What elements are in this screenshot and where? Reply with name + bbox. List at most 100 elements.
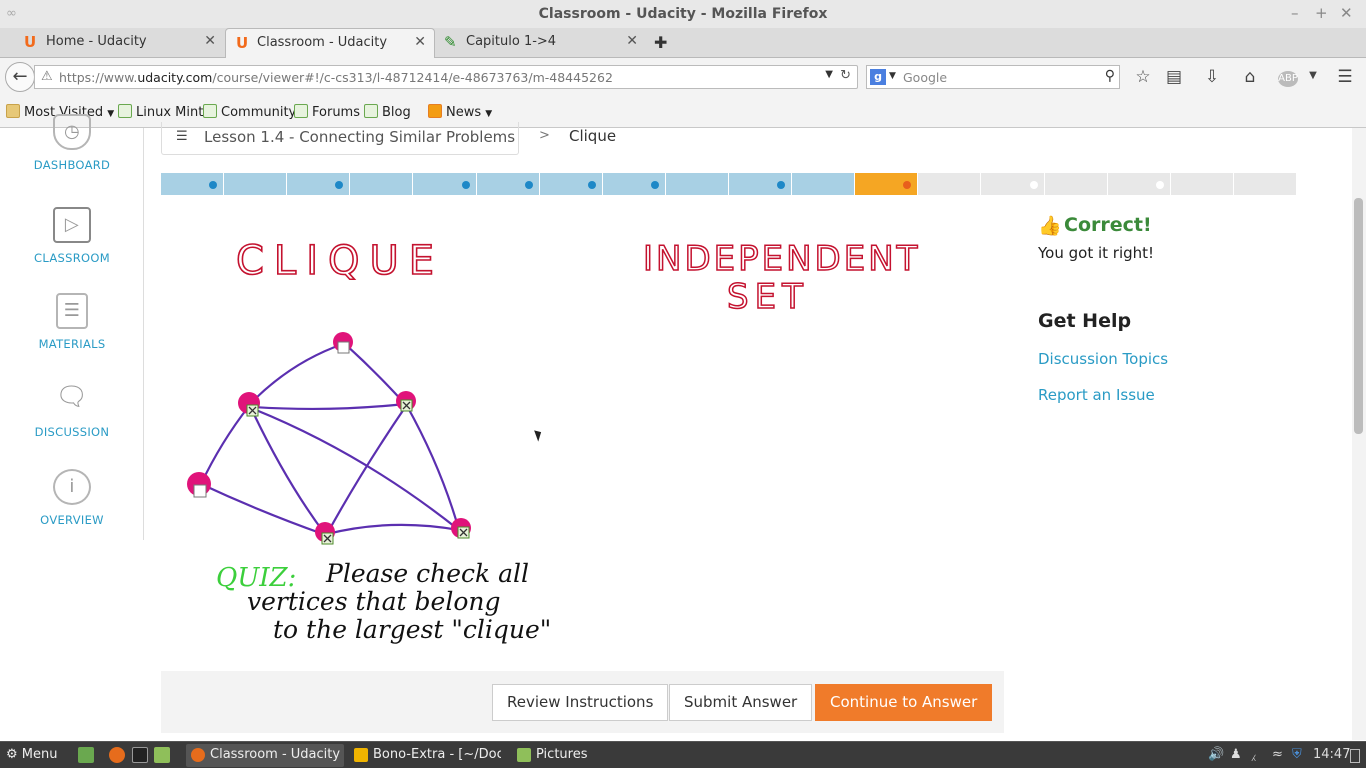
sidebar-item-overview[interactable]: i OVERVIEW bbox=[0, 469, 144, 527]
url-dropdown-icon[interactable]: ▼ bbox=[825, 69, 833, 80]
lesson-menu-button[interactable]: ☰ Lesson 1.4 - Connecting Similar Proble… bbox=[161, 122, 519, 155]
firefox-icon[interactable] bbox=[109, 747, 125, 763]
warning-icon[interactable]: ⚠ bbox=[41, 69, 53, 84]
home-icon[interactable]: ⌂ bbox=[1239, 67, 1261, 87]
tab-label: Classroom - Udacity bbox=[257, 35, 388, 50]
close-window-icon[interactable]: ✕ bbox=[1340, 4, 1353, 22]
search-icon[interactable]: ⚲ bbox=[1105, 68, 1115, 84]
vertex-upper-left[interactable] bbox=[238, 392, 260, 417]
bookmark-blog[interactable]: Blog bbox=[364, 104, 411, 120]
submit-answer-button[interactable]: Submit Answer bbox=[669, 684, 813, 721]
adblock-icon[interactable]: ABP bbox=[1278, 71, 1298, 87]
sidebar-item-classroom[interactable]: ▷ CLASSROOM bbox=[0, 207, 144, 265]
progress-segment[interactable] bbox=[981, 173, 1045, 195]
taskbar-task-bono-extra[interactable]: Bono-Extra - [~/Docu... bbox=[349, 744, 501, 767]
show-desktop-corner-icon[interactable] bbox=[1350, 749, 1360, 763]
edge bbox=[199, 404, 251, 486]
discussion-topics-link[interactable]: Discussion Topics bbox=[1038, 350, 1318, 368]
quiz-marker-icon bbox=[650, 181, 659, 189]
close-tab-icon[interactable]: ✕ bbox=[414, 34, 426, 50]
tab-label: Home - Udacity bbox=[46, 34, 147, 49]
engine-dropdown-icon[interactable]: ▼ bbox=[889, 71, 896, 81]
terminal-icon[interactable] bbox=[132, 747, 148, 763]
progress-segment[interactable] bbox=[728, 173, 793, 195]
page-scrollbar-thumb[interactable] bbox=[1354, 198, 1363, 434]
url-bar[interactable]: ⚠ https://www.udacity.com/course/viewer#… bbox=[34, 65, 858, 89]
progress-segment[interactable] bbox=[161, 173, 225, 195]
tab-capitulo[interactable]: ✎ Capitulo 1->4 ✕ bbox=[436, 28, 646, 58]
bluetooth-icon[interactable]: ⁁ bbox=[1252, 747, 1255, 762]
google-engine-icon[interactable]: g bbox=[870, 69, 886, 85]
bookmark-news[interactable]: News ▼ bbox=[428, 104, 492, 120]
review-instructions-button[interactable]: Review Instructions bbox=[492, 684, 669, 721]
vertex-bottom-right[interactable] bbox=[451, 518, 471, 539]
progress-segment[interactable] bbox=[350, 173, 414, 195]
vertex-left[interactable] bbox=[187, 472, 211, 498]
progress-segment[interactable] bbox=[602, 173, 666, 195]
show-desktop-icon[interactable] bbox=[78, 747, 94, 763]
bookmark-star-icon[interactable]: ☆ bbox=[1132, 67, 1154, 87]
progress-segment[interactable] bbox=[1233, 173, 1297, 195]
breadcrumb-current: Clique bbox=[569, 127, 617, 145]
reading-list-icon[interactable]: ▤ bbox=[1163, 67, 1185, 87]
progress-segment[interactable] bbox=[792, 173, 856, 195]
sidebar-item-materials[interactable]: ☰ MATERIALS bbox=[0, 293, 144, 351]
progress-segment[interactable] bbox=[539, 173, 603, 195]
wifi-icon[interactable]: ≈ bbox=[1272, 747, 1283, 762]
new-tab-icon[interactable]: ✚ bbox=[654, 33, 667, 52]
sidebar-item-dashboard[interactable]: ◷ DASHBOARD bbox=[0, 114, 144, 172]
progress-segment[interactable] bbox=[1044, 173, 1108, 195]
minimize-icon[interactable]: – bbox=[1291, 4, 1299, 22]
progress-segment[interactable] bbox=[224, 173, 288, 195]
report-issue-link[interactable]: Report an Issue bbox=[1038, 386, 1318, 404]
vertex-bottom-middle[interactable] bbox=[315, 522, 335, 545]
progress-segment[interactable] bbox=[918, 173, 982, 195]
url-prefix: https://www. bbox=[59, 70, 138, 85]
feedback-panel: 👍 Correct! You got it right! Get Help Di… bbox=[1038, 214, 1318, 404]
progress-segment[interactable] bbox=[855, 173, 919, 195]
progress-segment[interactable] bbox=[1107, 173, 1171, 195]
lesson-progress-bar bbox=[161, 173, 1297, 195]
progress-segment[interactable] bbox=[665, 173, 729, 195]
bookmark-community[interactable]: Community bbox=[203, 104, 296, 120]
quiz-marker-icon bbox=[335, 181, 344, 189]
progress-segment[interactable] bbox=[413, 173, 477, 195]
back-button[interactable]: ← bbox=[5, 62, 35, 92]
sidebar-item-discussion[interactable]: 🗨 DISCUSSION bbox=[0, 381, 144, 439]
search-bar[interactable]: g ▼ Google ⚲ bbox=[866, 65, 1120, 89]
close-tab-icon[interactable]: ✕ bbox=[204, 33, 216, 49]
taskbar-task-pictures[interactable]: Pictures bbox=[512, 744, 602, 767]
edge bbox=[199, 482, 325, 536]
feedback-message: You got it right! bbox=[1038, 244, 1155, 262]
tab-home-udacity[interactable]: U Home - Udacity ✕ bbox=[0, 28, 224, 58]
quiz-marker-icon bbox=[777, 181, 786, 189]
start-menu-button[interactable]: ⚙ Menu bbox=[6, 747, 58, 762]
shield-icon[interactable]: ⛨ bbox=[1292, 747, 1302, 762]
progress-segment[interactable] bbox=[1170, 173, 1234, 195]
navigation-bar: ← ⚠ https://www.udacity.com/course/viewe… bbox=[0, 58, 1366, 96]
os-taskbar: ⚙ Menu Classroom - Udacity -... Bono-Ext… bbox=[0, 741, 1366, 768]
close-tab-icon[interactable]: ✕ bbox=[626, 33, 638, 49]
user-icon[interactable]: ♟ bbox=[1230, 747, 1242, 762]
tab-classroom-udacity[interactable]: U Classroom - Udacity ✕ bbox=[225, 28, 435, 59]
download-icon[interactable]: ⇩ bbox=[1201, 67, 1223, 87]
mint-icon bbox=[294, 104, 308, 118]
udacity-favicon-icon: U bbox=[24, 33, 37, 51]
vertex-upper-right[interactable] bbox=[396, 391, 416, 412]
correct-status: 👍 Correct! bbox=[1038, 214, 1152, 237]
adblock-dropdown-icon[interactable]: ▼ bbox=[1302, 70, 1324, 81]
blogger-favicon-icon: ✎ bbox=[444, 33, 457, 51]
reload-icon[interactable]: ↻ bbox=[840, 68, 851, 83]
progress-segment[interactable] bbox=[476, 173, 540, 195]
files-icon[interactable] bbox=[154, 747, 170, 763]
maximize-icon[interactable]: + bbox=[1315, 4, 1328, 22]
vertex-checkbox[interactable] bbox=[193, 484, 207, 498]
hamburger-menu-icon[interactable]: ☰ bbox=[1334, 67, 1356, 87]
bookmark-forums[interactable]: Forums bbox=[294, 104, 360, 120]
vertex-checkbox[interactable] bbox=[337, 341, 350, 354]
continue-to-answer-button[interactable]: Continue to Answer bbox=[815, 684, 993, 721]
progress-segment[interactable] bbox=[287, 173, 351, 195]
volume-icon[interactable]: 🔊 bbox=[1208, 747, 1224, 762]
taskbar-task-classroom[interactable]: Classroom - Udacity -... bbox=[186, 744, 344, 767]
clock[interactable]: 14:47 bbox=[1313, 747, 1350, 762]
